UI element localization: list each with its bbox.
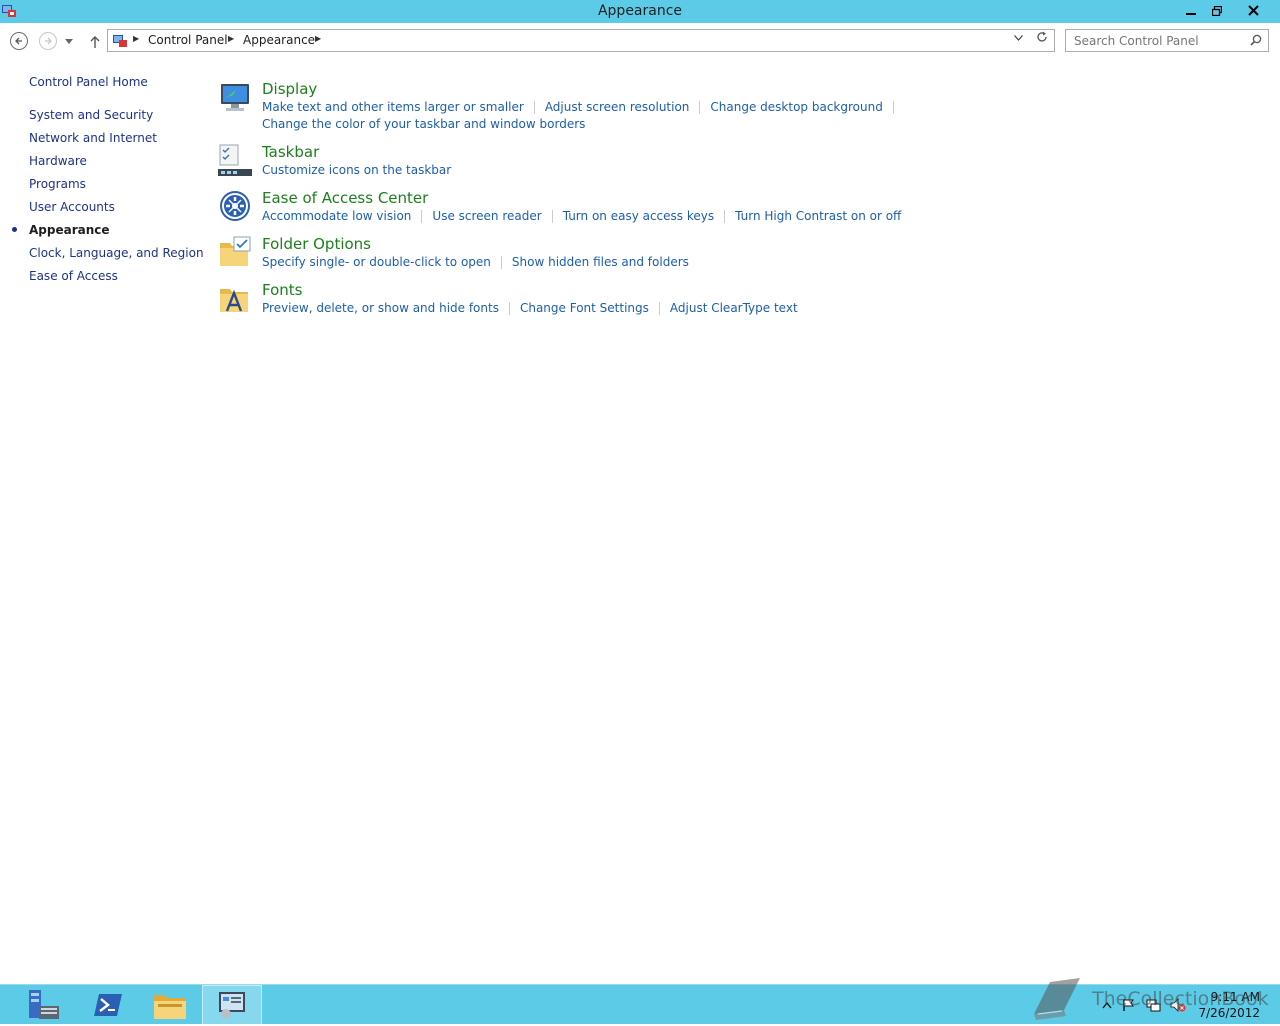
sidebar-item-appearance[interactable]: Appearance <box>29 223 110 237</box>
sidebar-item-programs[interactable]: Programs <box>29 177 86 191</box>
breadcrumb-separator-icon[interactable]: ▶ <box>133 34 139 43</box>
link-separator <box>533 101 535 114</box>
link-separator <box>892 101 894 114</box>
link-single-double-click[interactable]: Specify single- or double-click to open <box>262 255 491 269</box>
breadcrumb-control-panel[interactable]: Control Panel <box>148 33 228 47</box>
taskbar-server-manager[interactable] <box>14 985 74 1025</box>
close-button[interactable] <box>1230 0 1276 21</box>
up-button[interactable] <box>85 31 105 51</box>
search-box[interactable] <box>1065 29 1269 52</box>
display-links-row-2: Change the color of your taskbar and win… <box>262 117 585 131</box>
taskbar-powershell[interactable] <box>78 985 138 1025</box>
folder-options-icon[interactable] <box>218 235 252 269</box>
display-monitor-icon[interactable] <box>218 80 252 114</box>
up-arrow-icon <box>90 35 100 48</box>
title-bar: Appearance <box>0 0 1280 23</box>
file-explorer-icon <box>154 995 186 1019</box>
link-separator <box>724 210 726 223</box>
address-dropdown-icon[interactable] <box>1014 33 1023 44</box>
breadcrumb-appearance[interactable]: Appearance <box>243 33 315 47</box>
category-heading-folder-options[interactable]: Folder Options <box>262 235 371 253</box>
chevron-down-icon <box>65 38 73 44</box>
link-separator <box>508 302 510 315</box>
link-adjust-cleartype[interactable]: Adjust ClearType text <box>670 301 798 315</box>
sidebar-item-hardware[interactable]: Hardware <box>29 154 87 168</box>
category-heading-fonts[interactable]: Fonts <box>262 281 302 299</box>
link-turn-on-easy-access-keys[interactable]: Turn on easy access keys <box>563 209 714 223</box>
control-panel-crumb-icon[interactable] <box>113 34 128 48</box>
category-heading-display[interactable]: Display <box>262 80 317 98</box>
breadcrumb-separator-icon[interactable]: ▶ <box>228 34 234 43</box>
watermark-text: TheCollectionBook <box>1092 988 1269 1010</box>
link-show-hidden-files[interactable]: Show hidden files and folders <box>512 255 689 269</box>
sidebar-item-clock-language-region[interactable]: Clock, Language, and Region <box>29 246 204 260</box>
restore-button[interactable] <box>1204 0 1230 21</box>
minimize-button[interactable] <box>1178 0 1204 21</box>
control-panel-home-link[interactable]: Control Panel Home <box>29 75 148 89</box>
fonts-links-row: Preview, delete, or show and hide fonts C… <box>262 301 798 315</box>
search-input[interactable] <box>1066 30 1244 51</box>
window-title: Appearance <box>597 3 683 19</box>
back-button[interactable] <box>9 31 29 51</box>
watermark: TheCollectionBook <box>1026 974 1269 1026</box>
address-bar[interactable]: ▶ Control Panel ▶ Appearance ▶ <box>107 29 1055 52</box>
refresh-icon[interactable] <box>1036 31 1048 47</box>
search-icon[interactable] <box>1250 34 1262 46</box>
link-turn-high-contrast[interactable]: Turn High Contrast on or off <box>735 209 901 223</box>
forward-arrow-icon <box>39 32 57 50</box>
category-heading-taskbar[interactable]: Taskbar <box>262 143 319 161</box>
breadcrumb-separator-icon[interactable]: ▶ <box>315 34 321 43</box>
link-customize-taskbar-icons[interactable]: Customize icons on the taskbar <box>262 163 451 177</box>
taskbar-links-row: Customize icons on the taskbar <box>262 163 451 177</box>
link-make-text-larger[interactable]: Make text and other items larger or smal… <box>262 100 524 114</box>
control-panel-icon <box>219 992 245 1019</box>
taskbar-icon[interactable] <box>218 143 252 177</box>
powershell-icon <box>94 994 122 1016</box>
link-separator <box>421 210 423 223</box>
navigation-bar: ▶ Control Panel ▶ Appearance ▶ <box>0 23 1280 59</box>
link-adjust-screen-resolution[interactable]: Adjust screen resolution <box>545 100 690 114</box>
link-separator <box>699 101 701 114</box>
sidebar-item-ease-of-access[interactable]: Ease of Access <box>29 269 118 283</box>
restore-icon <box>1212 5 1222 16</box>
current-item-bullet <box>12 227 17 232</box>
link-preview-delete-fonts[interactable]: Preview, delete, or show and hide fonts <box>262 301 499 315</box>
link-change-font-settings[interactable]: Change Font Settings <box>520 301 649 315</box>
taskbar-control-panel[interactable] <box>202 985 262 1025</box>
display-links-row-1: Make text and other items larger or smal… <box>262 100 904 114</box>
sidebar-item-system-and-security[interactable]: System and Security <box>29 108 153 122</box>
category-heading-ease-of-access-center[interactable]: Ease of Access Center <box>262 189 428 207</box>
link-change-desktop-background[interactable]: Change desktop background <box>710 100 882 114</box>
link-change-taskbar-color[interactable]: Change the color of your taskbar and win… <box>262 117 585 131</box>
link-use-screen-reader[interactable]: Use screen reader <box>432 209 541 223</box>
sidebar-item-network-and-internet[interactable]: Network and Internet <box>29 131 157 145</box>
fonts-folder-icon[interactable] <box>218 281 252 315</box>
link-accommodate-low-vision[interactable]: Accommodate low vision <box>262 209 411 223</box>
taskbar-file-explorer[interactable] <box>140 985 200 1025</box>
link-separator <box>551 210 553 223</box>
server-manager-icon <box>29 990 59 1019</box>
minimize-icon <box>1186 12 1196 15</box>
recent-locations-button[interactable] <box>62 31 76 51</box>
link-separator <box>658 302 660 315</box>
link-separator <box>500 256 502 269</box>
book-logo-icon <box>1034 978 1080 1020</box>
ease-of-access-icon[interactable] <box>218 189 252 223</box>
back-arrow-icon <box>10 32 28 50</box>
ease-of-access-links-row: Accommodate low vision Use screen reader T… <box>262 209 901 223</box>
sidebar-item-user-accounts[interactable]: User Accounts <box>29 200 115 214</box>
folder-options-links-row: Specify single- or double-click to open S… <box>262 255 689 269</box>
close-icon <box>1247 5 1259 16</box>
forward-button[interactable] <box>38 31 58 51</box>
